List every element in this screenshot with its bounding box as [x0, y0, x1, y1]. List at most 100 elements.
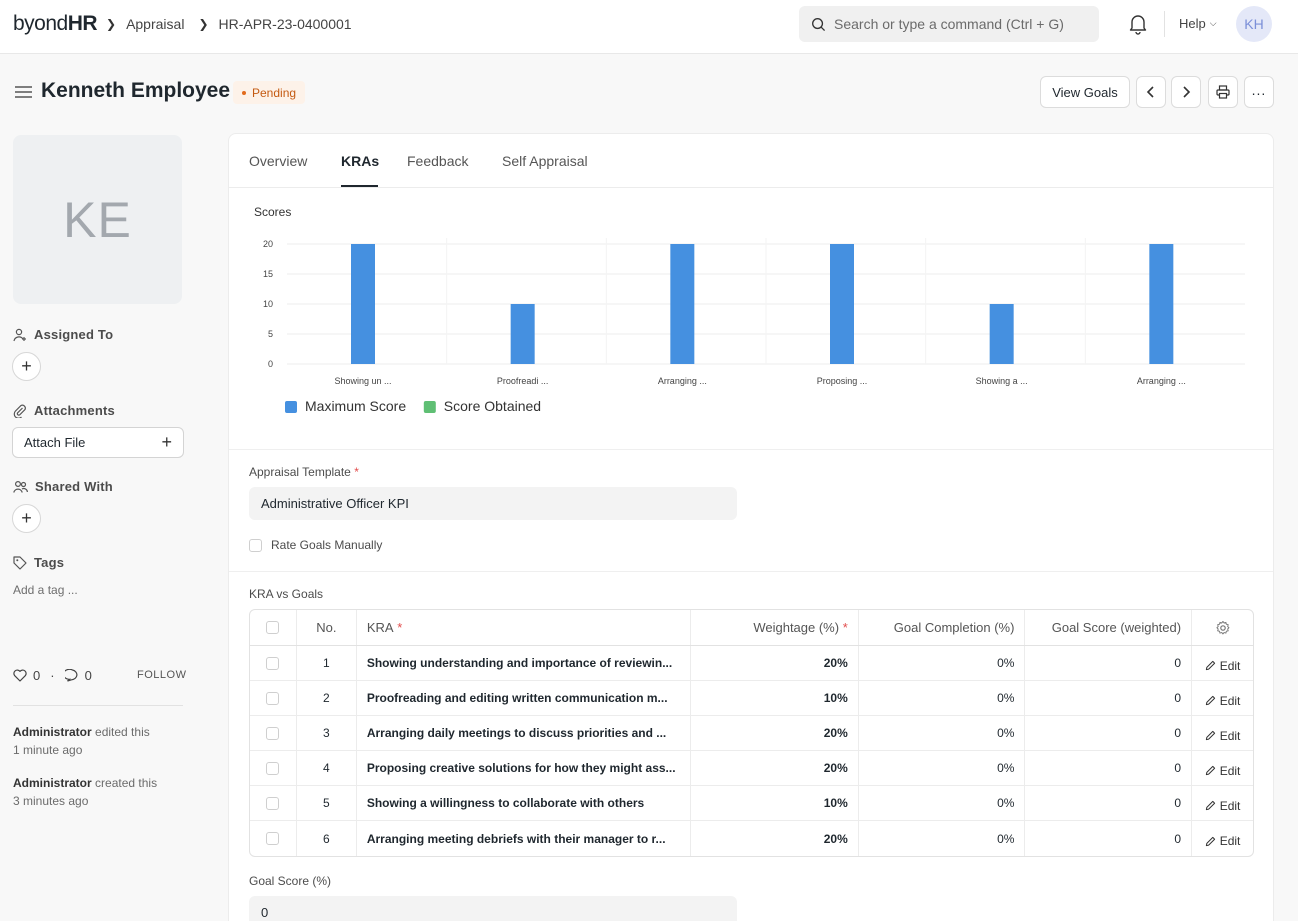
shared-with-section: Shared With	[13, 479, 113, 494]
tab-feedback[interactable]: Feedback	[407, 153, 468, 169]
bar-maximum-score	[351, 244, 375, 364]
row-no: 3	[297, 716, 357, 750]
row-weightage[interactable]: 10%	[691, 786, 859, 820]
edit-label: Edit	[1219, 693, 1241, 708]
rate-goals-manually-checkbox[interactable]	[249, 538, 262, 552]
section-divider	[229, 571, 1273, 572]
heart-icon[interactable]	[13, 669, 27, 682]
table-row[interactable]: 5 Showing a willingness to collaborate wi…	[250, 786, 1253, 821]
comments-count: 0	[84, 668, 92, 683]
table-row[interactable]: 1 Showing understanding and importance of…	[250, 646, 1253, 681]
row-goal-score: 0	[1025, 786, 1193, 820]
row-checkbox[interactable]	[266, 691, 280, 705]
view-goals-button[interactable]: View Goals	[1040, 76, 1130, 108]
tags-section: Tags	[13, 555, 64, 570]
row-checkbox[interactable]	[266, 726, 280, 740]
row-checkbox[interactable]	[266, 656, 280, 670]
row-goal-completion: 0%	[859, 646, 1026, 680]
breadcrumb-appraisal[interactable]: Appraisal	[126, 16, 184, 32]
tab-overview[interactable]: Overview	[249, 153, 307, 169]
row-edit-cell: Edit	[1192, 646, 1253, 680]
row-kra-cell[interactable]: Arranging daily meetings to discuss prio…	[357, 716, 692, 750]
scores-chart: 0 5 10 15 20 Showing un ... Proofreadi ... Arra…	[263, 238, 1245, 414]
row-edit-button[interactable]: Edit	[1205, 693, 1241, 708]
next-record-button[interactable]	[1171, 76, 1201, 108]
activity-time: 1 minute ago	[13, 743, 83, 757]
comment-icon[interactable]	[64, 669, 79, 682]
row-edit-button[interactable]: Edit	[1205, 728, 1241, 743]
row-goal-score: 0	[1025, 821, 1193, 856]
select-all-checkbox[interactable]	[266, 621, 280, 634]
attach-file-button[interactable]: Attach File +	[12, 427, 184, 458]
row-kra-cell[interactable]: Proofreading and editing written communi…	[357, 681, 692, 715]
edit-label: Edit	[1219, 728, 1241, 743]
help-dropdown[interactable]: Help ⌵	[1179, 16, 1217, 31]
row-edit-button[interactable]: Edit	[1205, 659, 1240, 673]
bell-icon[interactable]	[1128, 13, 1148, 35]
row-weightage[interactable]: 10%	[691, 681, 859, 715]
row-no: 1	[297, 646, 357, 680]
previous-record-button[interactable]	[1136, 76, 1166, 108]
row-edit-button[interactable]: Edit	[1205, 799, 1240, 813]
breadcrumb-document[interactable]: HR-APR-23-0400001	[219, 16, 352, 32]
row-checkbox[interactable]	[266, 796, 280, 810]
row-goal-score: 0	[1025, 646, 1193, 680]
table-row[interactable]: 2 Proofreading and editing written commun…	[250, 681, 1253, 716]
row-weightage[interactable]: 20%	[691, 821, 859, 856]
more-actions-button[interactable]: ...	[1244, 76, 1274, 108]
row-kra-cell[interactable]: Showing a willingness to collaborate wit…	[357, 786, 692, 820]
row-select-cell	[250, 751, 297, 785]
table-row[interactable]: 3 Arranging daily meetings to discuss pri…	[250, 716, 1253, 751]
attachments-label: Attachments	[34, 403, 115, 418]
header-goal-score: Goal Score (weighted)	[1025, 610, 1193, 645]
activity-user[interactable]: Administrator	[13, 725, 92, 739]
sidebar-divider	[13, 705, 183, 706]
row-edit-cell: Edit	[1192, 786, 1253, 820]
goal-score-label: Goal Score (%)	[249, 874, 332, 888]
y-tick-label: 0	[268, 359, 273, 369]
shared-with-label: Shared With	[35, 479, 113, 494]
follow-button[interactable]: FOLLOW	[137, 669, 186, 681]
row-weightage[interactable]: 20%	[691, 646, 859, 680]
pencil-icon	[1205, 660, 1215, 671]
bar-maximum-score	[1149, 244, 1174, 364]
row-kra-cell[interactable]: Arranging meeting debriefs with their ma…	[357, 821, 692, 856]
navbar: byondHR ❯ Appraisal ❯ HR-APR-23-0400001 …	[0, 0, 1298, 54]
add-tag-input[interactable]: Add a tag ...	[13, 583, 78, 597]
row-kra: Arranging meeting debriefs with their ma…	[366, 831, 666, 846]
x-tick-label: Proofreadi ...	[497, 376, 549, 386]
gear-icon[interactable]	[1215, 620, 1230, 635]
user-avatar[interactable]: KH	[1236, 6, 1272, 42]
page-title: Kenneth Employee	[41, 79, 231, 102]
activity-user[interactable]: Administrator	[13, 776, 92, 790]
row-weightage[interactable]: 20%	[691, 716, 859, 750]
add-share-button[interactable]: +	[12, 504, 41, 533]
row-edit-button[interactable]: Edit	[1205, 764, 1240, 778]
table-row[interactable]: 6 Arranging meeting debriefs with their m…	[250, 821, 1253, 856]
row-select-cell	[250, 716, 297, 750]
row-select-cell	[250, 821, 297, 856]
row-edit-button[interactable]: Edit	[1205, 834, 1240, 848]
likes-count: 0	[33, 668, 41, 683]
y-tick-label: 15	[263, 269, 273, 279]
kra-vs-goals-label: KRA vs Goals	[249, 587, 324, 601]
print-button[interactable]	[1208, 76, 1238, 108]
sidebar-toggle-icon[interactable]	[15, 85, 32, 99]
row-checkbox[interactable]	[266, 832, 280, 845]
table-row[interactable]: 4 Proposing creative solutions for how th…	[250, 751, 1253, 786]
row-weightage[interactable]: 20%	[691, 751, 859, 785]
tab-self-appraisal[interactable]: Self Appraisal	[502, 153, 588, 169]
tab-kras[interactable]: KRAs	[341, 153, 379, 169]
app-logo[interactable]: byondHR	[13, 12, 98, 36]
goal-score-field[interactable]: 0	[249, 896, 737, 921]
add-assignee-button[interactable]: +	[12, 352, 41, 381]
row-kra-cell[interactable]: Showing understanding and importance of …	[357, 646, 692, 680]
search-input[interactable]: Search or type a command (Ctrl + G)	[799, 6, 1099, 42]
row-checkbox[interactable]	[266, 761, 280, 775]
row-kra-cell[interactable]: Proposing creative solutions for how the…	[357, 751, 692, 785]
appraisal-template-field[interactable]: Administrative Officer KPI	[249, 487, 737, 520]
form-tabs: Overview KRAs Feedback Self Appraisal	[229, 134, 1273, 188]
legend-swatch	[285, 401, 297, 413]
legend-label: Score Obtained	[444, 398, 541, 414]
header-goal-completion: Goal Completion (%)	[859, 610, 1026, 645]
